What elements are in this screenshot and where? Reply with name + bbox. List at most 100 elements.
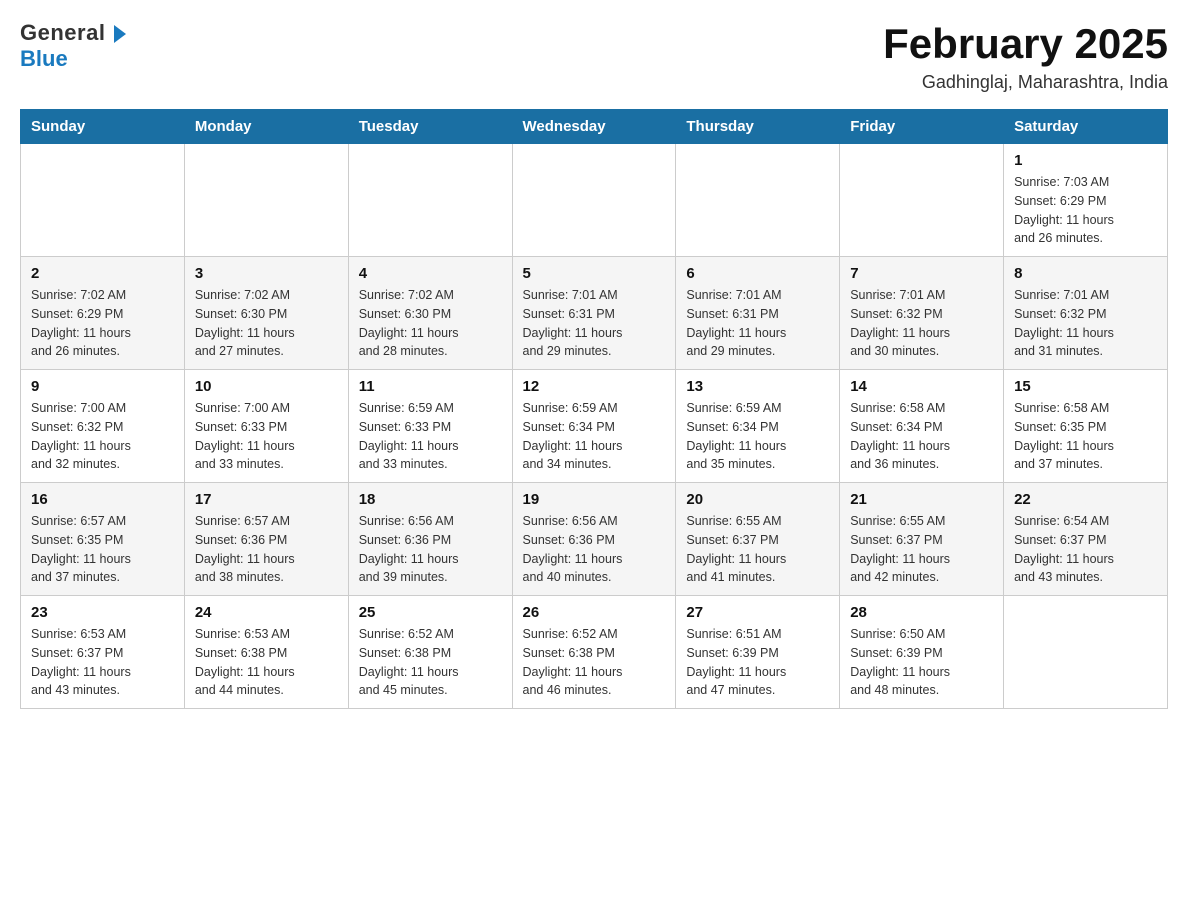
day-number: 4 bbox=[359, 265, 502, 282]
calendar-day-header: Monday bbox=[184, 110, 348, 144]
calendar-cell: 16 Sunrise: 6:57 AM Sunset: 6:35 PM Dayli… bbox=[21, 483, 185, 596]
calendar-day-header: Tuesday bbox=[348, 110, 512, 144]
calendar-cell: 22 Sunrise: 6:54 AM Sunset: 6:37 PM Dayli… bbox=[1004, 483, 1168, 596]
day-number: 23 bbox=[31, 604, 174, 621]
calendar-week-row: 2 Sunrise: 7:02 AM Sunset: 6:29 PM Daylig… bbox=[21, 257, 1168, 370]
day-info: Sunrise: 6:58 AM Sunset: 6:34 PM Dayligh… bbox=[850, 399, 993, 474]
day-info: Sunrise: 6:54 AM Sunset: 6:37 PM Dayligh… bbox=[1014, 512, 1157, 587]
day-info: Sunrise: 7:03 AM Sunset: 6:29 PM Dayligh… bbox=[1014, 173, 1157, 248]
day-info: Sunrise: 6:55 AM Sunset: 6:37 PM Dayligh… bbox=[686, 512, 829, 587]
day-number: 15 bbox=[1014, 378, 1157, 395]
calendar-week-row: 23Sunrise: 6:53 AM Sunset: 6:37 PM Dayli… bbox=[21, 596, 1168, 709]
calendar-week-row: 9 Sunrise: 7:00 AM Sunset: 6:32 PM Daylig… bbox=[21, 370, 1168, 483]
day-number: 9 bbox=[31, 378, 174, 395]
day-number: 11 bbox=[359, 378, 502, 395]
day-info: Sunrise: 6:56 AM Sunset: 6:36 PM Dayligh… bbox=[359, 512, 502, 587]
calendar-cell: 11 Sunrise: 6:59 AM Sunset: 6:33 PM Dayli… bbox=[348, 370, 512, 483]
day-number: 27 bbox=[686, 604, 829, 621]
logo: General Blue bbox=[20, 20, 126, 72]
month-title: February 2025 bbox=[883, 20, 1168, 68]
day-number: 22 bbox=[1014, 491, 1157, 508]
day-number: 25 bbox=[359, 604, 502, 621]
calendar-cell bbox=[184, 144, 348, 257]
day-info: Sunrise: 6:59 AM Sunset: 6:33 PM Dayligh… bbox=[359, 399, 502, 474]
title-block: February 2025 Gadhinglaj, Maharashtra, I… bbox=[883, 20, 1168, 93]
day-info: Sunrise: 7:01 AM Sunset: 6:32 PM Dayligh… bbox=[850, 286, 993, 361]
page-header: General Blue February 2025 Gadhinglaj, M… bbox=[20, 20, 1168, 93]
calendar-cell: 2 Sunrise: 7:02 AM Sunset: 6:29 PM Daylig… bbox=[21, 257, 185, 370]
day-info: Sunrise: 7:02 AM Sunset: 6:30 PM Dayligh… bbox=[359, 286, 502, 361]
calendar-week-row: 16 Sunrise: 6:57 AM Sunset: 6:35 PM Dayli… bbox=[21, 483, 1168, 596]
calendar-cell: 27 Sunrise: 6:51 AM Sunset: 6:39 PM Dayli… bbox=[676, 596, 840, 709]
calendar-cell: 13Sunrise: 6:59 AM Sunset: 6:34 PM Dayli… bbox=[676, 370, 840, 483]
day-info: Sunrise: 6:52 AM Sunset: 6:38 PM Dayligh… bbox=[523, 625, 666, 700]
calendar-cell bbox=[348, 144, 512, 257]
day-info: Sunrise: 6:51 AM Sunset: 6:39 PM Dayligh… bbox=[686, 625, 829, 700]
calendar-cell: 26 Sunrise: 6:52 AM Sunset: 6:38 PM Dayli… bbox=[512, 596, 676, 709]
day-number: 12 bbox=[523, 378, 666, 395]
calendar-cell: 23Sunrise: 6:53 AM Sunset: 6:37 PM Dayli… bbox=[21, 596, 185, 709]
calendar-cell: 28 Sunrise: 6:50 AM Sunset: 6:39 PM Dayli… bbox=[840, 596, 1004, 709]
calendar-cell bbox=[840, 144, 1004, 257]
calendar-cell: 9 Sunrise: 7:00 AM Sunset: 6:32 PM Daylig… bbox=[21, 370, 185, 483]
day-info: Sunrise: 7:00 AM Sunset: 6:33 PM Dayligh… bbox=[195, 399, 338, 474]
calendar-cell bbox=[21, 144, 185, 257]
day-info: Sunrise: 6:53 AM Sunset: 6:38 PM Dayligh… bbox=[195, 625, 338, 700]
day-number: 17 bbox=[195, 491, 338, 508]
day-info: Sunrise: 6:58 AM Sunset: 6:35 PM Dayligh… bbox=[1014, 399, 1157, 474]
logo-general-label: General bbox=[20, 20, 105, 45]
day-number: 3 bbox=[195, 265, 338, 282]
logo-general-text: General bbox=[20, 20, 126, 46]
day-number: 8 bbox=[1014, 265, 1157, 282]
day-number: 1 bbox=[1014, 152, 1157, 169]
calendar-cell: 25Sunrise: 6:52 AM Sunset: 6:38 PM Dayli… bbox=[348, 596, 512, 709]
calendar-day-header: Thursday bbox=[676, 110, 840, 144]
day-number: 16 bbox=[31, 491, 174, 508]
calendar-cell: 21Sunrise: 6:55 AM Sunset: 6:37 PM Dayli… bbox=[840, 483, 1004, 596]
calendar-day-header: Friday bbox=[840, 110, 1004, 144]
calendar-day-header: Sunday bbox=[21, 110, 185, 144]
calendar-cell: 1 Sunrise: 7:03 AM Sunset: 6:29 PM Daylig… bbox=[1004, 144, 1168, 257]
calendar-day-header: Saturday bbox=[1004, 110, 1168, 144]
calendar-cell: 4 Sunrise: 7:02 AM Sunset: 6:30 PM Daylig… bbox=[348, 257, 512, 370]
day-info: Sunrise: 7:00 AM Sunset: 6:32 PM Dayligh… bbox=[31, 399, 174, 474]
day-info: Sunrise: 6:57 AM Sunset: 6:35 PM Dayligh… bbox=[31, 512, 174, 587]
day-info: Sunrise: 7:02 AM Sunset: 6:29 PM Dayligh… bbox=[31, 286, 174, 361]
logo-blue-label: Blue bbox=[20, 46, 68, 72]
calendar-cell bbox=[1004, 596, 1168, 709]
day-info: Sunrise: 7:01 AM Sunset: 6:32 PM Dayligh… bbox=[1014, 286, 1157, 361]
day-info: Sunrise: 6:59 AM Sunset: 6:34 PM Dayligh… bbox=[523, 399, 666, 474]
day-info: Sunrise: 6:55 AM Sunset: 6:37 PM Dayligh… bbox=[850, 512, 993, 587]
calendar-table: SundayMondayTuesdayWednesdayThursdayFrid… bbox=[20, 109, 1168, 709]
location-text: Gadhinglaj, Maharashtra, India bbox=[883, 72, 1168, 93]
day-info: Sunrise: 7:01 AM Sunset: 6:31 PM Dayligh… bbox=[523, 286, 666, 361]
day-number: 10 bbox=[195, 378, 338, 395]
day-number: 28 bbox=[850, 604, 993, 621]
calendar-cell: 18 Sunrise: 6:56 AM Sunset: 6:36 PM Dayli… bbox=[348, 483, 512, 596]
day-info: Sunrise: 6:57 AM Sunset: 6:36 PM Dayligh… bbox=[195, 512, 338, 587]
calendar-cell bbox=[676, 144, 840, 257]
calendar-cell bbox=[512, 144, 676, 257]
day-number: 13 bbox=[686, 378, 829, 395]
day-info: Sunrise: 6:50 AM Sunset: 6:39 PM Dayligh… bbox=[850, 625, 993, 700]
day-number: 5 bbox=[523, 265, 666, 282]
day-number: 20 bbox=[686, 491, 829, 508]
calendar-cell: 6Sunrise: 7:01 AM Sunset: 6:31 PM Daylig… bbox=[676, 257, 840, 370]
calendar-cell: 19Sunrise: 6:56 AM Sunset: 6:36 PM Dayli… bbox=[512, 483, 676, 596]
day-number: 2 bbox=[31, 265, 174, 282]
day-number: 26 bbox=[523, 604, 666, 621]
calendar-cell: 5 Sunrise: 7:01 AM Sunset: 6:31 PM Daylig… bbox=[512, 257, 676, 370]
calendar-cell: 14 Sunrise: 6:58 AM Sunset: 6:34 PM Dayli… bbox=[840, 370, 1004, 483]
calendar-cell: 3Sunrise: 7:02 AM Sunset: 6:30 PM Daylig… bbox=[184, 257, 348, 370]
day-info: Sunrise: 7:01 AM Sunset: 6:31 PM Dayligh… bbox=[686, 286, 829, 361]
calendar-cell: 10 Sunrise: 7:00 AM Sunset: 6:33 PM Dayli… bbox=[184, 370, 348, 483]
calendar-header-row: SundayMondayTuesdayWednesdayThursdayFrid… bbox=[21, 110, 1168, 144]
day-number: 18 bbox=[359, 491, 502, 508]
calendar-week-row: 1 Sunrise: 7:03 AM Sunset: 6:29 PM Daylig… bbox=[21, 144, 1168, 257]
calendar-cell: 7Sunrise: 7:01 AM Sunset: 6:32 PM Daylig… bbox=[840, 257, 1004, 370]
calendar-cell: 15 Sunrise: 6:58 AM Sunset: 6:35 PM Dayli… bbox=[1004, 370, 1168, 483]
day-info: Sunrise: 6:56 AM Sunset: 6:36 PM Dayligh… bbox=[523, 512, 666, 587]
day-number: 14 bbox=[850, 378, 993, 395]
logo-arrow-icon bbox=[114, 25, 126, 43]
calendar-cell: 12 Sunrise: 6:59 AM Sunset: 6:34 PM Dayli… bbox=[512, 370, 676, 483]
